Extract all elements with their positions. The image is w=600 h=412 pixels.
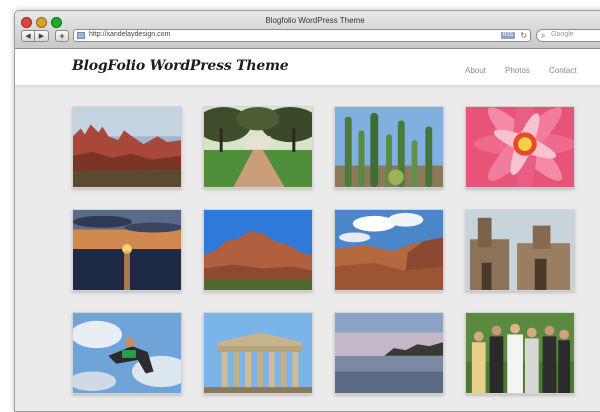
site-favicon-icon (77, 32, 85, 39)
forward-arrow-icon: ▶ (38, 33, 45, 40)
rss-icon[interactable]: RSS (501, 32, 515, 39)
red-canyon-cliff-photo[interactable] (203, 209, 313, 291)
forward-button[interactable]: ▶ (35, 30, 49, 42)
magnifier-icon: ⌕ (541, 31, 546, 40)
athlete-jumping-photo[interactable] (72, 312, 182, 394)
grand-canyon-clouds-photo[interactable] (334, 209, 444, 291)
browser-window: Blogfolio WordPress Theme ◀ ▶ + http://x… (14, 10, 600, 412)
pink-dahlia-flower-photo[interactable] (465, 106, 575, 188)
add-bookmark-button[interactable]: + (55, 30, 69, 42)
red-rock-formation-photo[interactable] (72, 106, 182, 188)
back-button[interactable]: ◀ (21, 30, 35, 42)
browser-titlebar: Blogfolio WordPress Theme ◀ ▶ + http://x… (15, 11, 600, 49)
back-arrow-icon: ◀ (25, 33, 31, 40)
reload-icon[interactable]: ↻ (520, 30, 527, 41)
search-placeholder: Google (551, 31, 574, 38)
calm-lake-dusk-photo[interactable] (334, 312, 444, 394)
ocean-sunset-photo[interactable] (72, 209, 182, 291)
url-text: http://xandelaydesign.com (89, 31, 171, 38)
search-field[interactable]: ⌕ Google (536, 29, 600, 42)
address-bar[interactable]: http://xandelaydesign.com RSS ↻ (73, 29, 531, 42)
cactus-garden-photo[interactable] (334, 106, 444, 188)
stone-church-photo[interactable] (465, 209, 575, 291)
page-content: BlogFolio WordPress Theme About Photos C… (15, 49, 600, 411)
photo-gallery (15, 49, 600, 411)
window-title: Blogfolio WordPress Theme (265, 16, 365, 25)
parthenon-ruins-photo[interactable] (203, 312, 313, 394)
plus-icon: + (59, 30, 65, 41)
plantation-house-avenue-photo[interactable] (203, 106, 313, 188)
history-buttons: ◀ ▶ (21, 30, 49, 42)
wedding-group-photo[interactable] (465, 312, 575, 394)
